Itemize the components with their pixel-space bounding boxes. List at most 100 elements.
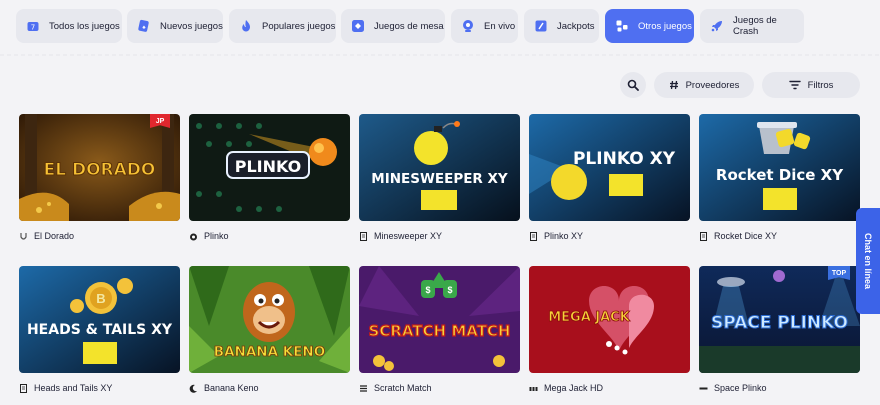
search-icon — [627, 79, 639, 91]
document-icon — [19, 383, 28, 393]
chat-online-button[interactable]: Chat en línea — [856, 208, 880, 314]
game-card-plinko[interactable]: PLINKO Plinko — [189, 114, 350, 242]
game-art-title: HEADS & TAILS XY — [27, 322, 173, 338]
game-thumbnail[interactable]: MEGA JACK — [529, 266, 690, 373]
game-thumbnail[interactable]: PLINKO XY — [529, 114, 690, 221]
category-tabs: 7 Todos los juegos ♠ Nuevos juegos Popul… — [0, 0, 880, 56]
svg-text:B: B — [96, 291, 105, 306]
tab-jackpots[interactable]: Jackpots — [524, 9, 599, 43]
jackpot-icon — [534, 19, 548, 33]
game-name: Mega Jack HD — [544, 383, 604, 393]
game-art-title: PLINKO — [235, 157, 302, 176]
chat-label: Chat en línea — [863, 232, 873, 290]
game-art-title: MEGA JACK — [548, 310, 631, 325]
game-caption: El Dorado — [19, 230, 180, 242]
game-art-title: MINESWEEPER XY — [371, 171, 508, 187]
tab-popular[interactable]: Populares juegos — [229, 9, 336, 43]
game-art-title: Rocket Dice XY — [716, 166, 844, 184]
tab-label: Otros juegos — [638, 20, 692, 32]
popular-icon — [239, 19, 253, 33]
tab-label: Todos los juegos — [49, 20, 120, 32]
flame-icon — [189, 232, 198, 241]
game-name: Rocket Dice XY — [714, 231, 778, 241]
filter-icon — [788, 80, 801, 90]
game-name: Plinko — [204, 231, 229, 241]
document-icon — [359, 231, 368, 241]
new-games-icon: ♠ — [137, 19, 151, 33]
game-thumbnail[interactable]: Rocket Dice XY — [699, 114, 860, 221]
rocket-icon — [710, 19, 724, 33]
game-card-mega-jack-hd[interactable]: MEGA JACK Mega Jack HD — [529, 266, 690, 394]
game-card-banana-keno[interactable]: BANANA KENO Banana Keno — [189, 266, 350, 394]
document-icon — [699, 231, 708, 241]
game-name: Plinko XY — [544, 231, 584, 241]
game-name: Banana Keno — [204, 383, 259, 393]
game-thumbnail[interactable]: SPACE PLINKO TOP — [699, 266, 860, 373]
tab-crash-games[interactable]: Juegos de Crash — [700, 9, 804, 43]
providers-label: Proveedores — [685, 79, 740, 91]
filters-button[interactable]: Filtros — [762, 72, 860, 98]
game-card-el-dorado[interactable]: EL DORADO JP El Dorado — [19, 114, 180, 242]
game-name: Scratch Match — [374, 383, 432, 393]
tab-label: Juegos de Crash — [733, 15, 777, 37]
tab-label: Jackpots — [557, 20, 595, 32]
game-art-title: EL DORADO — [44, 160, 156, 180]
game-caption: Plinko — [189, 230, 350, 242]
game-card-minesweeper-xy[interactable]: MINESWEEPER XY Minesweeper XY — [359, 114, 520, 242]
tab-label: Juegos de mesa — [374, 20, 444, 32]
horseshoe-icon — [19, 232, 28, 241]
search-button[interactable] — [620, 72, 646, 98]
game-thumbnail[interactable]: PLINKO — [189, 114, 350, 221]
game-art-title: BANANA KENO — [214, 344, 325, 360]
tab-label: Populares juegos — [262, 20, 336, 32]
svg-text:$: $ — [425, 285, 430, 295]
game-caption: Plinko XY — [529, 230, 690, 242]
game-card-plinko-xy[interactable]: PLINKO XY Plinko XY — [529, 114, 690, 242]
game-name: Space Plinko — [714, 383, 767, 393]
game-caption: Scratch Match — [359, 382, 520, 394]
game-card-scratch-match[interactable]: $ $ SCRATCH MATCH Scratch Match — [359, 266, 520, 394]
casino-page: 7 Todos los juegos ♠ Nuevos juegos Popul… — [0, 0, 880, 405]
game-thumbnail[interactable]: B HEADS & TAILS XY — [19, 266, 180, 373]
bars-icon — [529, 384, 538, 393]
game-caption: Mega Jack HD — [529, 382, 690, 394]
moon-icon — [189, 384, 198, 393]
dash-icon — [699, 384, 708, 393]
game-caption: Space Plinko — [699, 382, 860, 394]
document-icon — [529, 231, 538, 241]
game-thumbnail[interactable]: MINESWEEPER XY — [359, 114, 520, 221]
game-caption: Rocket Dice XY — [699, 230, 860, 242]
game-art-title: PLINKO XY — [573, 149, 676, 169]
game-card-space-plinko[interactable]: SPACE PLINKO TOP Space Plinko — [699, 266, 860, 394]
tab-label: Nuevos juegos — [160, 20, 223, 32]
all-games-icon: 7 — [26, 19, 40, 33]
svg-text:$: $ — [447, 285, 452, 295]
game-thumbnail[interactable]: EL DORADO JP — [19, 114, 180, 221]
game-thumbnail[interactable]: $ $ SCRATCH MATCH — [359, 266, 520, 373]
game-caption: Minesweeper XY — [359, 230, 520, 242]
other-games-icon — [615, 19, 629, 33]
game-name: Minesweeper XY — [374, 231, 443, 241]
hash-icon — [669, 80, 679, 90]
table-games-icon — [351, 19, 365, 33]
stack-icon — [359, 384, 368, 393]
game-thumbnail[interactable]: BANANA KENO — [189, 266, 350, 373]
tab-other-games[interactable]: Otros juegos — [605, 9, 694, 43]
game-name: El Dorado — [34, 231, 75, 241]
tab-table-games[interactable]: Juegos de mesa — [341, 9, 445, 43]
svg-text:7: 7 — [31, 24, 35, 32]
filters-label: Filtros — [807, 79, 834, 91]
game-caption: Heads and Tails XY — [19, 382, 180, 394]
game-name: Heads and Tails XY — [34, 383, 113, 393]
tab-live[interactable]: En vivo — [451, 9, 518, 43]
live-icon — [461, 19, 475, 33]
tab-new-games[interactable]: ♠ Nuevos juegos — [127, 9, 223, 43]
game-art-title: SCRATCH MATCH — [369, 322, 511, 340]
game-caption: Banana Keno — [189, 382, 350, 394]
tab-all-games[interactable]: 7 Todos los juegos — [16, 9, 122, 43]
providers-button[interactable]: Proveedores — [654, 72, 754, 98]
game-card-heads-and-tails-xy[interactable]: B HEADS & TAILS XY Heads and Tails XY — [19, 266, 180, 394]
game-card-rocket-dice-xy[interactable]: Rocket Dice XY Rocket Dice XY — [699, 114, 860, 242]
game-art-title: SPACE PLINKO — [711, 313, 848, 333]
tabs-divider — [0, 52, 880, 56]
